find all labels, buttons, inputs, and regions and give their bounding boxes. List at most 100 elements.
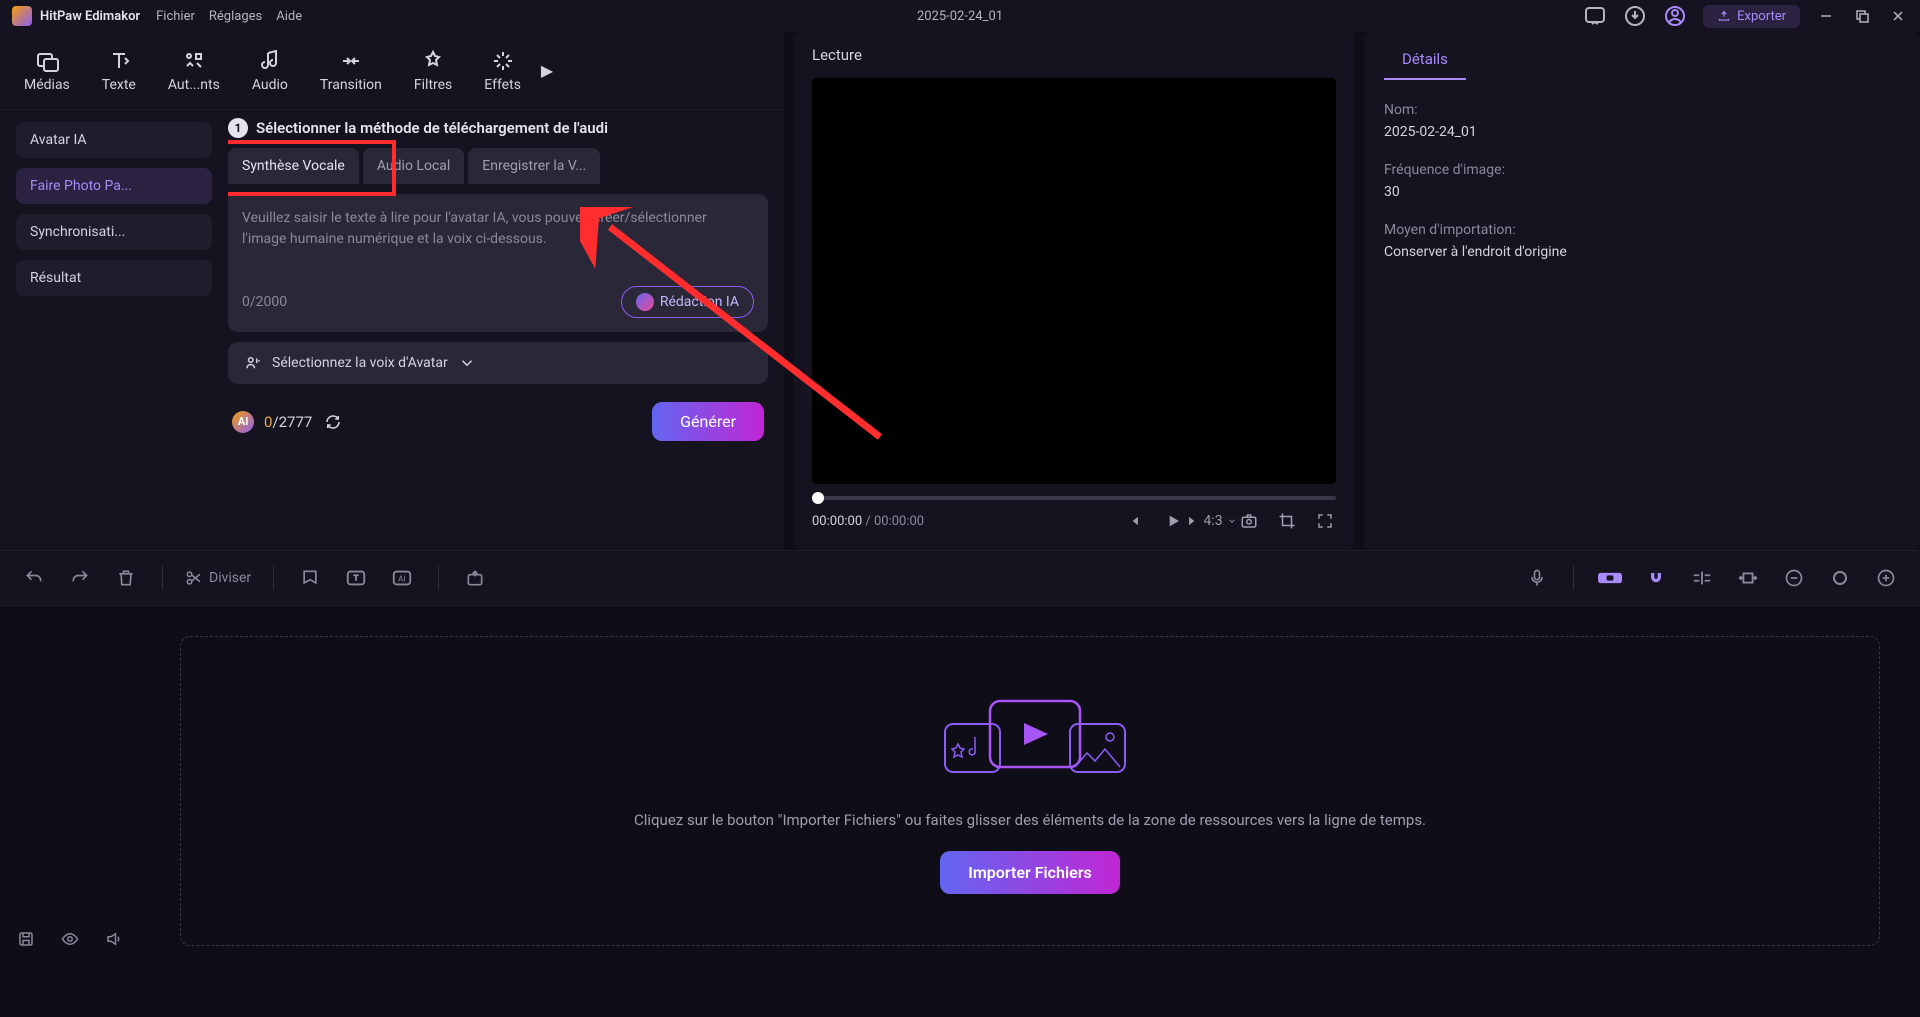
detail-name-value: 2025-02-24_01: [1384, 124, 1900, 140]
minimize-button[interactable]: [1816, 6, 1836, 26]
menu-file[interactable]: Fichier: [156, 9, 195, 24]
sidebar-item-result[interactable]: Résultat: [16, 260, 212, 296]
sidebar: Avatar IA Faire Photo Pa... Synchronisat…: [0, 110, 228, 550]
resize-icon[interactable]: [1734, 564, 1762, 592]
import-files-button[interactable]: Importer Fichiers: [940, 851, 1119, 894]
next-frame-icon[interactable]: 4:3: [1200, 510, 1222, 532]
app-name: HitPaw Edimakor: [40, 9, 140, 24]
credit-row: AI 0/2777 Générer: [228, 394, 768, 441]
ribbon-tab-filters[interactable]: Filtres: [398, 43, 468, 99]
ribbon-tab-media[interactable]: Médias: [8, 43, 86, 99]
detail-import-label: Moyen d'importation:: [1384, 222, 1900, 238]
svg-text:AI: AI: [398, 575, 406, 585]
tts-char-count: 0/2000: [242, 294, 287, 310]
ribbon-tabs: Médias Texte Aut...nts Audio Transition …: [0, 32, 784, 110]
speaker-icon[interactable]: [102, 927, 126, 951]
ribbon-tab-text[interactable]: Texte: [86, 43, 152, 99]
voice-icon: [244, 354, 262, 372]
split-button[interactable]: Diviser: [185, 569, 251, 587]
zoom-in-icon[interactable]: [1872, 564, 1900, 592]
timeline-main: Cliquez sur le bouton "Importer Fichiers…: [140, 606, 1920, 1011]
ai-redaction-button[interactable]: Rédaction IA: [621, 286, 754, 318]
preview-title: Lecture: [794, 32, 1354, 78]
crop-icon[interactable]: [1276, 510, 1298, 532]
play-icon[interactable]: [1162, 510, 1184, 532]
detail-import-value: Conserver à l'endroit d'origine: [1384, 244, 1900, 260]
step-heading: 1 Sélectionner la méthode de téléchargem…: [228, 118, 768, 138]
voice-select[interactable]: Sélectionnez la voix d'Avatar: [228, 342, 768, 384]
step-number: 1: [228, 118, 248, 138]
detail-fps-value: 30: [1384, 184, 1900, 200]
ribbon-panel: Médias Texte Aut...nts Audio Transition …: [0, 32, 784, 550]
dropzone-text: Cliquez sur le bouton "Importer Fichiers…: [634, 811, 1426, 829]
export-button[interactable]: Exporter: [1703, 5, 1800, 28]
menu-help[interactable]: Aide: [276, 9, 302, 24]
audio-tabs: Synthèse Vocale Audio Local Enregistrer …: [228, 148, 768, 184]
zoom-slider-knob[interactable]: [1826, 564, 1854, 592]
user-icon[interactable]: [1663, 4, 1687, 28]
ribbon-more-icon[interactable]: ▶: [541, 61, 553, 80]
save-icon[interactable]: [14, 927, 38, 951]
text-box-icon[interactable]: [342, 564, 370, 592]
credit-count: 0/2777: [264, 413, 312, 431]
export-clip-icon[interactable]: [461, 564, 489, 592]
audio-tab-tts[interactable]: Synthèse Vocale: [228, 148, 359, 184]
refresh-icon[interactable]: [322, 411, 344, 433]
content-column: 1 Sélectionner la méthode de téléchargem…: [228, 110, 784, 550]
zoom-out-icon[interactable]: [1780, 564, 1808, 592]
detail-name-label: Nom:: [1384, 102, 1900, 118]
ribbon-tab-effects[interactable]: Effets: [468, 43, 537, 99]
export-label: Exporter: [1737, 9, 1786, 24]
prev-frame-icon[interactable]: [1124, 510, 1146, 532]
ribbon-tab-transition[interactable]: Transition: [304, 43, 398, 99]
ai-box-icon[interactable]: AI: [388, 564, 416, 592]
voice-select-label: Sélectionnez la voix d'Avatar: [272, 355, 448, 371]
tts-textarea[interactable]: Veuillez saisir le texte à lire pour l'a…: [242, 208, 754, 274]
titlebar: HitPaw Edimakor Fichier Réglages Aide 20…: [0, 0, 1920, 32]
ribbon-tab-stickers[interactable]: Aut...nts: [152, 43, 236, 99]
dropzone-illustration: [920, 689, 1140, 789]
undo-icon[interactable]: [20, 564, 48, 592]
project-title: 2025-02-24_01: [917, 9, 1003, 24]
credit-badge-icon: AI: [232, 411, 254, 433]
sidebar-item-photo[interactable]: Faire Photo Pa...: [16, 168, 212, 204]
snapshot-icon[interactable]: [1238, 510, 1260, 532]
ai-icon: [636, 293, 654, 311]
magnet-icon[interactable]: [1642, 564, 1670, 592]
timeline-dropzone[interactable]: Cliquez sur le bouton "Importer Fichiers…: [180, 636, 1880, 946]
maximize-button[interactable]: [1852, 6, 1872, 26]
seekbar[interactable]: [812, 496, 1336, 500]
timeline-area: Cliquez sur le bouton "Importer Fichiers…: [0, 606, 1920, 1011]
preview-pane: Lecture 00:00:00 / 00:00:00 4:3: [794, 32, 1354, 550]
timeline-toolbar: Diviser AI: [0, 550, 1920, 606]
chat-icon[interactable]: [1583, 4, 1607, 28]
timecode: 00:00:00 / 00:00:00: [812, 514, 924, 529]
step-title: Sélectionner la méthode de téléchargemen…: [256, 119, 608, 137]
detail-fps-label: Fréquence d'image:: [1384, 162, 1900, 178]
ribbon-tab-audio[interactable]: Audio: [236, 43, 304, 99]
main-area: Médias Texte Aut...nts Audio Transition …: [0, 32, 1920, 550]
mic-icon[interactable]: [1523, 564, 1551, 592]
tts-box: Veuillez saisir le texte à lire pour l'a…: [228, 194, 768, 332]
sidebar-item-sync[interactable]: Synchronisati...: [16, 214, 212, 250]
menu-settings[interactable]: Réglages: [209, 9, 262, 24]
redo-icon[interactable]: [66, 564, 94, 592]
details-pane: Détails Nom: 2025-02-24_01 Fréquence d'i…: [1364, 32, 1920, 550]
generate-button[interactable]: Générer: [652, 402, 764, 441]
app-logo: [12, 6, 32, 26]
audio-tab-local[interactable]: Audio Local: [363, 148, 464, 184]
fullscreen-icon[interactable]: [1314, 510, 1336, 532]
sidebar-item-avatar[interactable]: Avatar IA: [16, 122, 212, 158]
audio-tab-record[interactable]: Enregistrer la V...: [468, 148, 600, 184]
marker-icon[interactable]: [296, 564, 324, 592]
eye-icon[interactable]: [58, 927, 82, 951]
preview-video[interactable]: [812, 78, 1336, 484]
align-icon[interactable]: [1688, 564, 1716, 592]
delete-icon[interactable]: [112, 564, 140, 592]
timeline-left-rail: [0, 606, 140, 1011]
close-button[interactable]: [1888, 6, 1908, 26]
download-icon[interactable]: [1623, 4, 1647, 28]
link-icon[interactable]: [1596, 564, 1624, 592]
details-tab[interactable]: Détails: [1384, 40, 1466, 80]
seekbar-knob[interactable]: [812, 492, 824, 504]
